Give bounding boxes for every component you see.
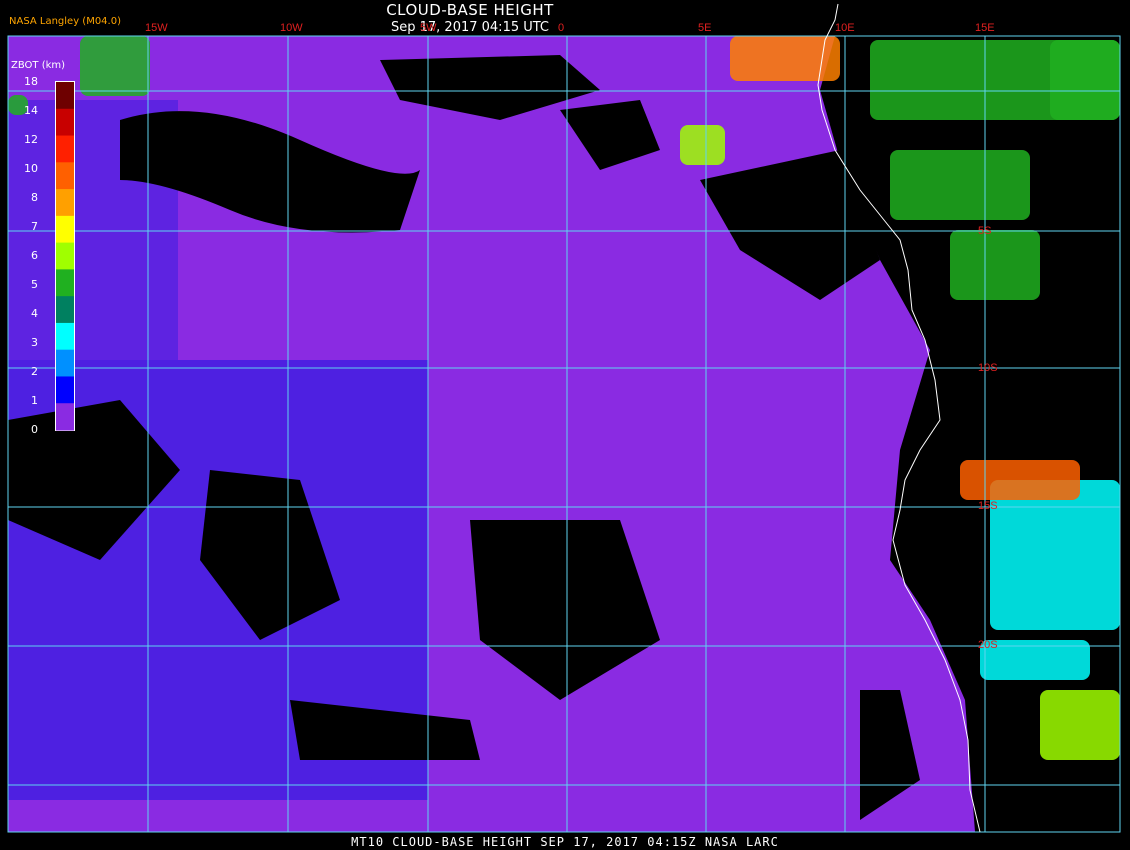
cloud-patch [1040,690,1120,760]
cloud-patch [680,125,725,165]
colorbar-tick-label: 6 [31,249,38,262]
cloud-patch [950,230,1040,300]
colorbar-swatch [56,403,74,431]
latitude-label: 20S [978,639,998,651]
colorbar-label: ZBOT (km) [11,60,66,71]
colorbar-tick-label: 3 [31,336,38,349]
colorbar-tick-label: 4 [31,307,38,320]
longitude-label: 15W [145,22,168,34]
longitude-label: 5E [698,22,712,34]
cloud-patch [80,36,150,96]
footer-caption: MT10 CLOUD-BASE HEIGHT SEP 17, 2017 04:1… [351,835,779,849]
colorbar-tick-label: 7 [31,220,38,233]
colorbar-swatch [56,296,74,324]
cloud-patch [990,480,1120,630]
cloud-field-layer [8,36,1120,832]
colorbar-tick-label: 5 [31,278,38,291]
colorbar-tick-label: 8 [31,191,38,204]
longitude-label: 5W [420,22,437,34]
colorbar-swatch [56,322,74,351]
cloud-patch [960,460,1080,500]
cloud-patch [890,150,1030,220]
longitude-label: 0 [558,22,565,34]
colorbar-swatch [56,242,74,270]
colorbar-swatch [56,189,74,217]
colorbar-swatch [56,376,74,404]
satellite-map-view: CLOUD-BASE HEIGHT Sep 17, 2017 04:15 UTC… [0,0,1130,850]
colorbar-swatches [55,81,75,431]
colorbar-swatch [56,269,74,297]
colorbar-swatch [56,108,74,137]
colorbar-swatch [56,82,74,110]
longitude-label: 10W [280,22,303,34]
colorbar-swatch [56,135,74,163]
colorbar-tick-label: 12 [24,133,38,146]
latitude-label: 10S [978,362,998,374]
colorbar-tick-label: 10 [24,162,38,175]
cloud-patch [1050,40,1120,120]
colorbar-swatch [56,215,74,244]
colorbar-tick-label: 14 [24,104,38,117]
colorbar-swatch [56,349,74,377]
latitude-label: 15S [978,500,998,512]
map-title: CLOUD-BASE HEIGHT [386,1,554,19]
producer-label: NASA Langley (M04.0) [9,16,121,27]
colorbar-tick-label: 1 [31,394,38,407]
cloud-patch [730,36,840,81]
longitude-label: 10E [835,22,855,34]
longitude-label: 15E [975,22,995,34]
latitude-label: 5S [978,225,992,237]
colorbar-tick-label: 2 [31,365,38,378]
colorbar-swatch [56,162,74,190]
colorbar-tick-label: 0 [31,423,38,436]
colorbar-tick-label: 18 [24,75,38,88]
cloud-map [7,3,1121,833]
map-timestamp: Sep 17, 2017 04:15 UTC [390,20,550,35]
